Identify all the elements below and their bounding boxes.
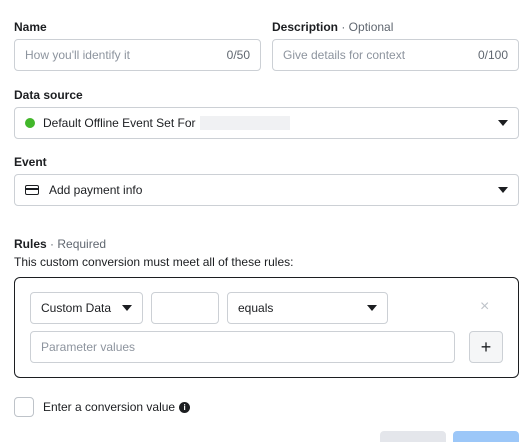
description-placeholder: Give details for context xyxy=(283,48,406,62)
description-counter: 0/100 xyxy=(477,48,508,62)
conversion-value-checkbox[interactable] xyxy=(14,397,34,417)
cancel-button[interactable] xyxy=(380,431,446,442)
credit-card-icon xyxy=(25,185,39,195)
conversion-value-label: Enter a conversion value i xyxy=(43,400,191,414)
data-source-value: Default Offline Event Set For xyxy=(43,115,196,130)
rule-field-select[interactable]: Custom Data xyxy=(30,292,143,324)
event-select[interactable]: Add payment info xyxy=(14,174,519,206)
caret-down-icon xyxy=(122,305,132,311)
description-input[interactable]: Give details for context 0/100 xyxy=(272,39,519,71)
parameter-values-input[interactable]: Parameter values xyxy=(30,331,455,363)
event-label: Event xyxy=(14,155,47,169)
status-dot-icon xyxy=(25,118,35,128)
name-label: Name xyxy=(14,20,47,34)
rule-operator-select[interactable]: equals xyxy=(227,292,388,324)
rule-operator-value: equals xyxy=(238,301,274,315)
name-placeholder: How you'll identify it xyxy=(25,48,130,62)
rule-field-value: Custom Data xyxy=(41,301,112,315)
add-parameter-button[interactable]: + xyxy=(469,331,503,363)
parameter-values-placeholder: Parameter values xyxy=(41,340,136,354)
event-value: Add payment info xyxy=(49,183,143,197)
rules-description: This custom conversion must meet all of … xyxy=(14,255,294,269)
info-icon[interactable]: i xyxy=(179,402,191,414)
create-button[interactable] xyxy=(453,431,519,442)
name-input[interactable]: How you'll identify it 0/50 xyxy=(14,39,261,71)
caret-down-icon xyxy=(498,187,508,193)
caret-down-icon xyxy=(367,305,377,311)
data-source-label: Data source xyxy=(14,88,83,102)
caret-down-icon xyxy=(498,120,508,126)
remove-rule-icon[interactable]: × xyxy=(480,298,489,316)
description-label: Description · Optional xyxy=(272,20,394,34)
data-source-select[interactable]: Default Offline Event Set For xyxy=(14,107,519,139)
name-counter: 0/50 xyxy=(226,48,250,62)
rule-key-input[interactable] xyxy=(151,292,219,324)
redacted-block xyxy=(199,116,290,131)
rules-label: Rules · Required xyxy=(14,237,107,251)
